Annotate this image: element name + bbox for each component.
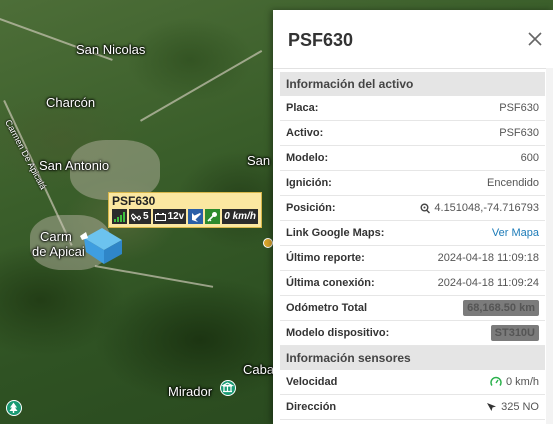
close-icon[interactable] bbox=[527, 31, 543, 47]
place-poi-icon[interactable] bbox=[263, 238, 273, 248]
asset-detail-panel: PSF630 Información del activo Placa: PSF… bbox=[273, 10, 553, 424]
row-placa: Placa: PSF630 bbox=[280, 96, 545, 121]
map-label-san-nicolas: San Nicolas bbox=[76, 42, 146, 57]
value-posicion: 4.151048,-74.716793 bbox=[419, 202, 539, 214]
direction-arrow-icon bbox=[188, 209, 204, 224]
battery-icon bbox=[154, 212, 166, 221]
battery-voltage: 12v bbox=[152, 209, 187, 224]
speedometer-icon bbox=[490, 376, 502, 386]
satellite-count: 5 bbox=[129, 209, 151, 224]
map-label-carmen: Carm bbox=[40, 229, 72, 244]
odometer-badge: 68,168.50 km bbox=[463, 300, 539, 316]
label-activo: Activo: bbox=[286, 127, 324, 139]
vehicle-marker-icon[interactable] bbox=[80, 222, 126, 266]
panel-title: PSF630 bbox=[288, 30, 354, 50]
label-posicion: Posición: bbox=[286, 202, 336, 214]
panel-scrollbar[interactable] bbox=[546, 68, 553, 424]
label-ultima-conexion: Última conexión: bbox=[286, 277, 375, 289]
map-label-mirador: Mirador bbox=[168, 384, 213, 399]
value-velocidad: 0 km/h bbox=[490, 376, 539, 388]
map-label-de-apicala: de Apicai bbox=[32, 244, 85, 259]
road-label-carmen: Carmen De Apicalá bbox=[3, 118, 49, 192]
location-pin-icon[interactable] bbox=[419, 203, 431, 214]
row-velocidad: Velocidad 0 km/h bbox=[280, 370, 545, 395]
row-ignicion: Ignición: Encendido bbox=[280, 171, 545, 196]
value-placa: PSF630 bbox=[499, 102, 539, 114]
vehicle-name: PSF630 bbox=[112, 194, 156, 208]
ver-mapa-link[interactable]: Ver Mapa bbox=[492, 227, 539, 239]
row-gmaps: Link Google Maps: Ver Mapa bbox=[280, 221, 545, 246]
label-ultimo-reporte: Último reporte: bbox=[286, 252, 365, 264]
label-modelo: Modelo: bbox=[286, 152, 329, 164]
value-posicion-text: 4.151048,-74.716793 bbox=[434, 202, 539, 214]
row-ultimo-reporte: Último reporte: 2024-04-18 11:09:18 bbox=[280, 246, 545, 271]
value-modelo: 600 bbox=[520, 152, 539, 164]
satellite-icon bbox=[131, 212, 141, 221]
row-posicion: Posición: 4.151048,-74.716793 bbox=[280, 196, 545, 221]
road bbox=[94, 265, 214, 288]
signal-bars-icon bbox=[112, 209, 127, 224]
ignition-key-icon bbox=[205, 209, 221, 224]
row-odometro: Odómetro Total 68,168.50 km bbox=[280, 296, 545, 321]
direction-arrow-icon bbox=[487, 402, 497, 411]
vehicle-status-icons: 5 12v 0 km/h bbox=[112, 209, 258, 224]
device-model-badge: ST310U bbox=[490, 325, 539, 341]
map-label-san: San bbox=[247, 153, 271, 168]
satellite-count-value: 5 bbox=[143, 211, 149, 222]
row-direccion: Dirección 325 NO bbox=[280, 395, 545, 420]
label-velocidad: Velocidad bbox=[286, 376, 338, 388]
panel-header: PSF630 bbox=[273, 10, 553, 69]
road bbox=[140, 50, 263, 122]
label-placa: Placa: bbox=[286, 102, 319, 114]
label-ignicion: Ignición: bbox=[286, 177, 332, 189]
row-modelo: Modelo: 600 bbox=[280, 146, 545, 171]
value-ultimo-reporte: 2024-04-18 11:09:18 bbox=[437, 252, 539, 264]
row-ultima-conexion: Última conexión: 2024-04-18 11:09:24 bbox=[280, 271, 545, 296]
park-poi-icon[interactable] bbox=[6, 400, 22, 416]
map-label-san-antonio: San Antonio bbox=[39, 158, 110, 173]
map-label-charcon: Charcón bbox=[46, 95, 96, 110]
section-asset-info: Información del activo bbox=[280, 72, 545, 96]
row-activo: Activo: PSF630 bbox=[280, 121, 545, 146]
vehicle-tooltip[interactable]: PSF630 5 12v 0 km/h bbox=[108, 192, 262, 228]
value-velocidad-text: 0 km/h bbox=[505, 376, 539, 388]
label-odometro: Odómetro Total bbox=[286, 302, 368, 314]
label-modelo-dispositivo: Modelo dispositivo: bbox=[286, 327, 390, 339]
label-gmaps: Link Google Maps: bbox=[286, 227, 385, 239]
museum-poi-icon[interactable] bbox=[220, 380, 236, 396]
value-ultima-conexion: 2024-04-18 11:09:24 bbox=[437, 277, 539, 289]
battery-voltage-value: 12v bbox=[167, 211, 185, 222]
panel-body[interactable]: Información del activo Placa: PSF630 Act… bbox=[280, 72, 545, 420]
value-ignicion: Encendido bbox=[487, 177, 539, 189]
vehicle-speed: 0 km/h bbox=[222, 209, 258, 224]
vehicle-speed-value: 0 km/h bbox=[224, 211, 256, 222]
value-direccion-text: 325 NO bbox=[501, 401, 539, 413]
label-direccion: Dirección bbox=[286, 401, 337, 413]
map-label-caba: Caba bbox=[243, 362, 275, 377]
value-activo: PSF630 bbox=[499, 127, 539, 139]
row-modelo-dispositivo: Modelo dispositivo: ST310U bbox=[280, 321, 545, 346]
value-direccion: 325 NO bbox=[486, 401, 539, 413]
section-sensors-info: Información sensores bbox=[280, 346, 545, 370]
